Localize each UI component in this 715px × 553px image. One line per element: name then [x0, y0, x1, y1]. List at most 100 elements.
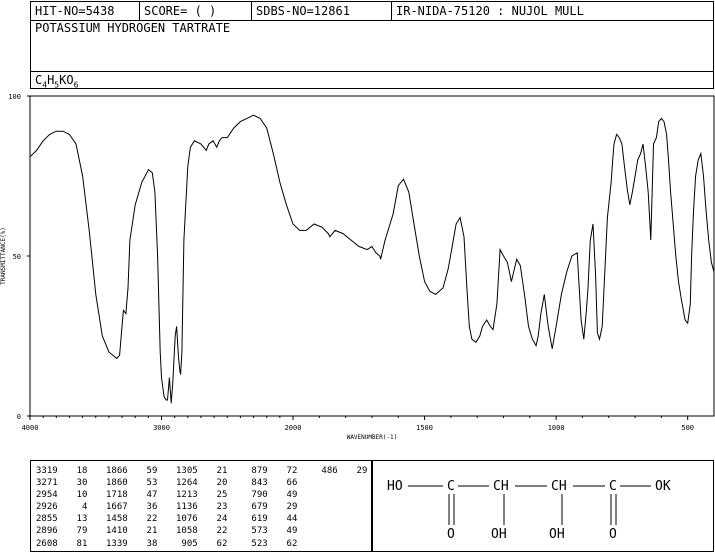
- peak-row: 486 29: [316, 465, 367, 477]
- peak-transmittance: 29: [345, 466, 368, 476]
- peak-wavenumber: 1860: [106, 478, 128, 489]
- peak-table: 3319 18 3271 30 2954 10 2926 4 2855 13 2896 7…: [30, 460, 372, 552]
- spectrum-line: [29, 114, 715, 404]
- peak-row: 1860 53: [106, 477, 157, 489]
- structure-box: HO C CH CH C OK O OH OH O: [372, 460, 714, 552]
- peak-wavenumber: 3319: [36, 466, 58, 476]
- peak-transmittance: 24: [205, 514, 228, 525]
- peak-row: 790 49: [246, 489, 297, 501]
- peak-row: 2896 79: [36, 525, 87, 537]
- peak-wavenumber: 1076: [176, 514, 198, 525]
- peak-column-5: 486 29: [316, 465, 367, 477]
- peak-wavenumber: 1866: [106, 466, 128, 476]
- struct-c2: C: [609, 479, 617, 494]
- peak-transmittance: 81: [65, 538, 88, 549]
- peak-row: 905 62: [176, 538, 227, 550]
- peak-row: 1305 21: [176, 465, 227, 477]
- peak-wavenumber: 2926: [36, 502, 58, 513]
- peak-wavenumber: 679: [246, 502, 268, 513]
- x-tick-label: 1500: [416, 424, 433, 432]
- peak-row: 843 66: [246, 477, 297, 489]
- peak-column-4: 879 72 843 66 790 49 679 29 619 44 573 4…: [246, 465, 297, 550]
- peak-wavenumber: 1458: [106, 514, 128, 525]
- peak-wavenumber: 1667: [106, 502, 128, 513]
- peak-row: 879 72: [246, 465, 297, 477]
- peak-wavenumber: 1718: [106, 490, 128, 501]
- peak-row: 1866 59: [106, 465, 157, 477]
- y-axis: 100 50 0: [8, 93, 30, 421]
- peak-wavenumber: 523: [246, 538, 268, 549]
- peak-column-3: 1305 21 1264 20 1213 25 1136 23 1076 24 1058 …: [176, 465, 227, 550]
- peak-row: 1264 20: [176, 477, 227, 489]
- y-tick-label: 50: [13, 253, 21, 261]
- peak-wavenumber: 843: [246, 478, 268, 489]
- struct-c1: C: [447, 479, 455, 494]
- peak-wavenumber: 1264: [176, 478, 198, 489]
- y-tick-label: 0: [17, 413, 21, 421]
- peak-wavenumber: 2896: [36, 526, 58, 537]
- peak-row: 2954 10: [36, 489, 87, 501]
- peak-row: 619 44: [246, 513, 297, 525]
- x-axis-label: WAVENUMBER(-1): [347, 434, 398, 441]
- peak-transmittance: 62: [275, 538, 298, 549]
- struct-o2: O: [609, 527, 617, 542]
- struct-oh2: OH: [549, 527, 565, 542]
- peak-transmittance: 79: [65, 526, 88, 537]
- peak-transmittance: 18: [65, 466, 88, 476]
- peak-transmittance: 21: [205, 466, 228, 476]
- peak-row: 1136 23: [176, 501, 227, 513]
- peak-wavenumber: 1058: [176, 526, 198, 537]
- ir-spectrum-chart: 100500 4000 3000 2000 1500 1000 500 TRANSMITT…: [0, 93, 715, 441]
- peak-transmittance: 25: [205, 490, 228, 501]
- peak-row: 1213 25: [176, 489, 227, 501]
- x-tick-label: 2000: [285, 424, 302, 432]
- peak-transmittance: 30: [65, 478, 88, 489]
- peak-wavenumber: 573: [246, 526, 268, 537]
- peak-row: 1718 47: [106, 489, 157, 501]
- peak-transmittance: 36: [135, 502, 158, 513]
- peak-wavenumber: 3271: [36, 478, 58, 489]
- x-tick-label: 3000: [153, 424, 170, 432]
- peak-row: 1339 38: [106, 538, 157, 550]
- peak-transmittance: 21: [135, 526, 158, 537]
- peak-transmittance: 59: [135, 466, 158, 476]
- peak-transmittance: 44: [275, 514, 298, 525]
- peak-transmittance: 66: [275, 478, 298, 489]
- peak-column-2: 1866 59 1860 53 1718 47 1667 36 1458 22 1410 …: [106, 465, 157, 550]
- peak-column-1: 3319 18 3271 30 2954 10 2926 4 2855 13 2896 7…: [36, 465, 87, 550]
- peak-transmittance: 4: [65, 502, 88, 513]
- peak-row: 1458 22: [106, 513, 157, 525]
- peak-wavenumber: 1339: [106, 538, 128, 549]
- peak-row: 573 49: [246, 525, 297, 537]
- peak-wavenumber: 2608: [36, 538, 58, 549]
- peak-row: 523 62: [246, 538, 297, 550]
- peak-transmittance: 38: [135, 538, 158, 549]
- x-axis: 4000 3000 2000 1500 1000 500: [22, 416, 694, 432]
- peak-wavenumber: 486: [316, 466, 338, 476]
- peak-transmittance: 22: [135, 514, 158, 525]
- peak-row: 1667 36: [106, 501, 157, 513]
- peak-transmittance: 47: [135, 490, 158, 501]
- x-tick-label: 1000: [548, 424, 565, 432]
- struct-ho: HO: [387, 479, 403, 494]
- peak-transmittance: 13: [65, 514, 88, 525]
- peak-wavenumber: 2954: [36, 490, 58, 501]
- peak-row: 679 29: [246, 501, 297, 513]
- y-axis-label: TRANSMITTANCE(%): [0, 227, 7, 285]
- plot-frame: [29, 95, 715, 417]
- peak-transmittance: 20: [205, 478, 228, 489]
- peak-transmittance: 23: [205, 502, 228, 513]
- struct-ch2: CH: [551, 479, 567, 494]
- peak-transmittance: 49: [275, 490, 298, 501]
- peak-row: 2926 4: [36, 501, 87, 513]
- peak-wavenumber: 790: [246, 490, 268, 501]
- peak-row: 3319 18: [36, 465, 87, 477]
- peak-wavenumber: 2855: [36, 514, 58, 525]
- structure-diagram: HO C CH CH C OK O OH OH O: [387, 479, 671, 542]
- peak-transmittance: 72: [275, 466, 298, 476]
- peak-row: 2855 13: [36, 513, 87, 525]
- peak-transmittance: 22: [205, 526, 228, 537]
- y-tick-label: 100: [8, 93, 21, 101]
- peak-wavenumber: 879: [246, 466, 268, 476]
- x-tick-label: 4000: [22, 424, 39, 432]
